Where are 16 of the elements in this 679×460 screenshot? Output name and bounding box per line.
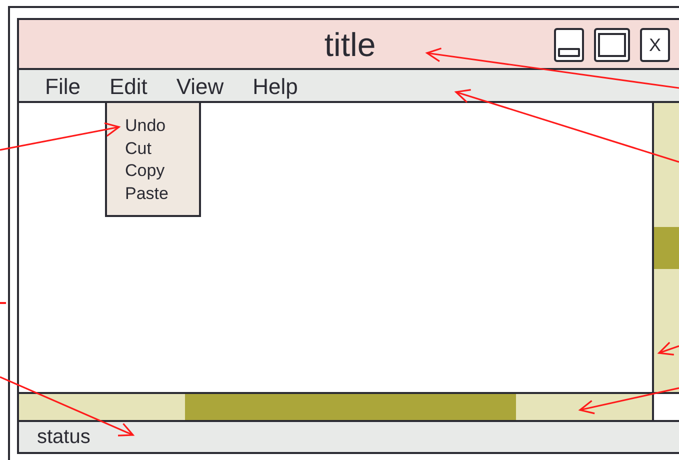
minimize-button[interactable]: [554, 28, 584, 62]
maximize-button[interactable]: [594, 28, 630, 62]
menu-option[interactable]: Copy: [125, 160, 199, 183]
menu-option[interactable]: Cut: [125, 138, 199, 160]
menu-item[interactable]: View: [176, 73, 224, 102]
horizontal-scrollbar[interactable]: [19, 394, 654, 420]
menu-item[interactable]: File: [45, 73, 80, 102]
menu-option[interactable]: Paste: [125, 182, 199, 206]
menu-option[interactable]: Undo: [125, 115, 199, 138]
menu-item[interactable]: Help: [252, 73, 298, 102]
status-bar: status: [19, 422, 679, 452]
leader-line: [0, 302, 6, 304]
close-button[interactable]: X: [640, 28, 670, 62]
window-title: title: [324, 25, 376, 65]
menu-item[interactable]: Edit: [109, 73, 148, 102]
leader-line: [657, 342, 679, 356]
